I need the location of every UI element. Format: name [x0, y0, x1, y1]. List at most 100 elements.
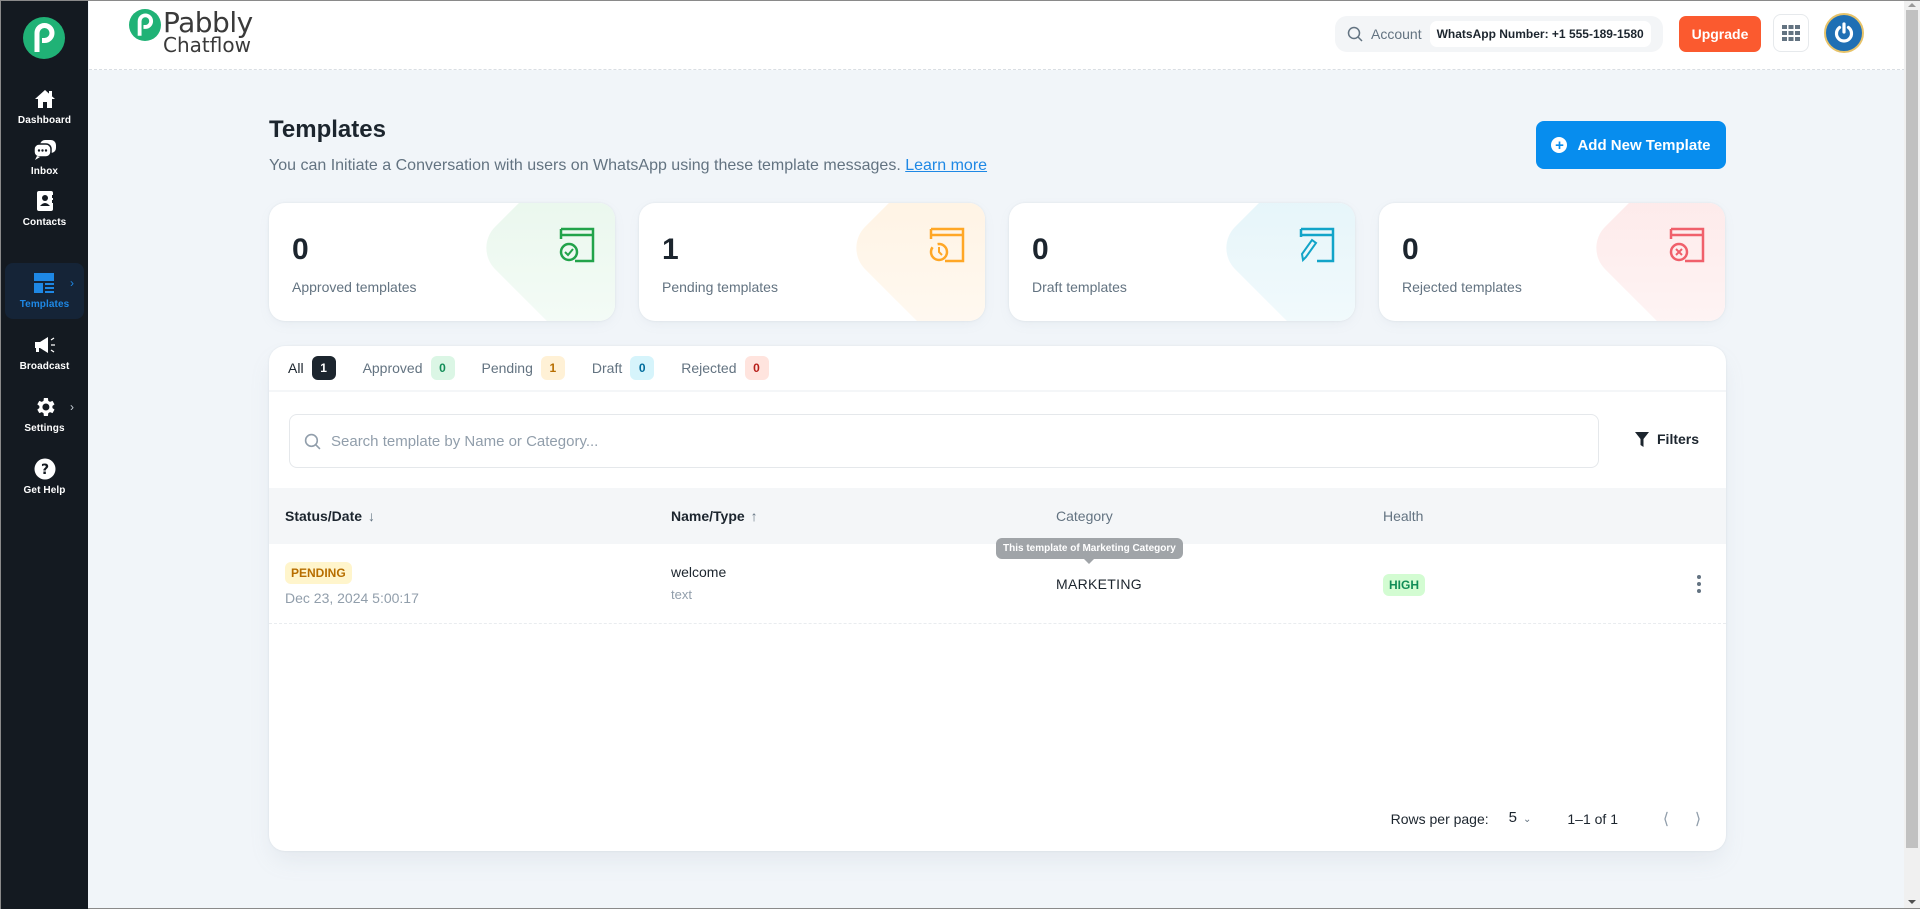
chevron-down-icon: ⌄ [1523, 813, 1532, 825]
search-icon [304, 433, 321, 450]
svg-text:?: ? [40, 462, 48, 478]
prev-page-icon[interactable]: ⟨ [1656, 809, 1676, 829]
layout-template-icon [33, 271, 57, 295]
pabbly-mark-icon [129, 9, 161, 41]
column-status-date[interactable]: Status/Date ↓ [285, 508, 375, 524]
pending-label: Pending templates [662, 279, 778, 295]
more-options-icon[interactable] [1689, 572, 1709, 596]
filters-button[interactable]: Filters [1635, 431, 1699, 447]
home-icon [33, 87, 57, 111]
search-icon [1347, 26, 1363, 42]
template-rejected-icon [1669, 227, 1705, 263]
template-pending-icon [929, 227, 965, 263]
top-header: Pabbly Chatflow Account WhatsApp Number:… [89, 1, 1905, 70]
sidebar-item-label: Settings [24, 423, 65, 434]
tab-label: Rejected [681, 360, 737, 376]
chevron-right-icon: › [70, 276, 74, 290]
plus-circle-icon: + [1551, 137, 1568, 153]
template-category: MARKETING [1056, 576, 1142, 592]
tab-draft[interactable]: Draft 0 [591, 346, 655, 390]
pabbly-p-icon [34, 23, 55, 52]
page-title: Templates [269, 116, 386, 143]
sidebar-item-label: Broadcast [19, 361, 70, 372]
column-category: Category [1056, 508, 1113, 524]
approved-label: Approved templates [292, 279, 417, 295]
megaphone-icon [33, 333, 57, 357]
rows-per-page-select[interactable]: 5 ⌄ [1509, 809, 1532, 826]
pabbly-logo[interactable] [23, 17, 65, 59]
vertical-scrollbar[interactable] [1904, 1, 1920, 908]
learn-more-link[interactable]: Learn more [905, 157, 987, 174]
scroll-down-arrow[interactable] [1908, 900, 1916, 904]
status-tabs: All 1 Approved 0 Pending 1 Draft 0 Rejec… [269, 346, 1726, 392]
tab-count-badge: 0 [430, 356, 455, 380]
stat-card-rejected: 0 Rejected templates [1379, 203, 1725, 321]
sidebar: Dashboard Inbox Contacts Templates › Bro… [1, 1, 88, 909]
template-type: text [671, 587, 692, 602]
template-name: welcome [671, 564, 727, 580]
tab-all[interactable]: All 1 [288, 346, 336, 390]
stat-card-draft: 0 Draft templates [1009, 203, 1355, 321]
health-badge: HIGH [1383, 574, 1425, 596]
category-tooltip: This template of Marketing Category [996, 538, 1183, 564]
template-search-input[interactable] [331, 432, 1531, 450]
contact-book-icon [33, 189, 57, 213]
table-row[interactable]: PENDING Dec 23, 2024 5:00:17 welcome tex… [269, 538, 1726, 624]
scroll-thumb[interactable] [1906, 10, 1918, 848]
brand-product: Chatflow [163, 33, 251, 57]
template-date: Dec 23, 2024 5:00:17 [285, 590, 419, 606]
status-badge: PENDING [285, 562, 352, 584]
sidebar-item-label: Inbox [30, 166, 59, 177]
draft-count: 0 [1032, 233, 1049, 266]
sidebar-item-settings[interactable]: Settings › [5, 387, 84, 443]
rejected-count: 0 [1402, 233, 1419, 266]
column-label: Status/Date [285, 508, 363, 524]
filters-label: Filters [1657, 431, 1700, 447]
sidebar-item-label: Templates [19, 299, 70, 310]
gear-icon [33, 395, 57, 419]
column-name-type[interactable]: Name/Type ↑ [671, 508, 758, 524]
column-label: Health [1383, 508, 1424, 524]
brand-logo[interactable]: Pabbly Chatflow [129, 9, 253, 55]
sidebar-item-contacts[interactable]: Contacts [5, 181, 84, 237]
draft-label: Draft templates [1032, 279, 1127, 295]
sidebar-item-broadcast[interactable]: Broadcast [5, 325, 84, 381]
tab-approved[interactable]: Approved 0 [363, 346, 455, 390]
add-new-template-button[interactable]: + Add New Template [1536, 121, 1726, 169]
upgrade-button[interactable]: Upgrade [1679, 16, 1761, 52]
user-avatar[interactable] [1824, 13, 1864, 53]
column-health: Health [1383, 508, 1423, 524]
arrow-down-icon: ↓ [368, 508, 376, 524]
sidebar-item-dashboard[interactable]: Dashboard [5, 79, 84, 135]
tab-count-badge: 0 [744, 356, 769, 380]
pagination: Rows per page: 5 ⌄ 1–1 of 1 ⟨ ⟩ [1391, 809, 1708, 829]
chevron-right-icon: › [70, 400, 74, 414]
account-search[interactable]: Account WhatsApp Number: +1 555-189-1580 [1335, 16, 1663, 52]
tab-pending[interactable]: Pending 1 [482, 346, 565, 390]
column-label: Name/Type [671, 508, 745, 524]
stat-card-approved: 0 Approved templates [269, 203, 615, 321]
apps-grid-button[interactable] [1773, 14, 1809, 52]
next-page-icon[interactable]: ⟩ [1688, 809, 1708, 829]
tab-count-badge: 1 [311, 356, 336, 380]
tab-label: Pending [481, 360, 533, 376]
table-header: Status/Date ↓ Name/Type ↑ Category Healt… [269, 488, 1726, 544]
templates-table-card: All 1 Approved 0 Pending 1 Draft 0 Rejec… [269, 346, 1726, 851]
tab-rejected[interactable]: Rejected 0 [681, 346, 769, 390]
arrow-up-icon: ↑ [750, 508, 758, 524]
sidebar-item-get-help[interactable]: ? Get Help [5, 449, 84, 505]
tab-label: All [288, 360, 304, 376]
pending-count: 1 [662, 233, 679, 266]
tab-count-badge: 0 [630, 356, 655, 380]
stat-card-pending: 1 Pending templates [639, 203, 985, 321]
rows-per-page-label: Rows per page: [1390, 811, 1489, 827]
sidebar-item-inbox[interactable]: Inbox [5, 130, 84, 186]
sidebar-item-templates[interactable]: Templates › [5, 263, 84, 319]
scroll-up-arrow[interactable] [1908, 3, 1916, 7]
pagination-range: 1–1 of 1 [1567, 811, 1618, 827]
account-label: Account [1371, 26, 1422, 42]
tab-label: Draft [591, 360, 623, 376]
template-approved-icon [559, 227, 595, 263]
rejected-label: Rejected templates [1402, 279, 1522, 295]
whatsapp-number: WhatsApp Number: +1 555-189-1580 [1429, 21, 1651, 47]
